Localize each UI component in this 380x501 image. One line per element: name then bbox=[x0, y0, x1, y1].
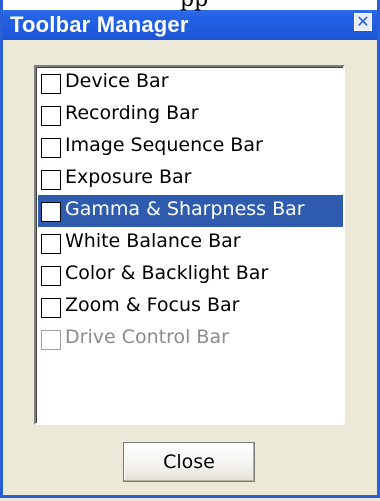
list-item-label: Drive Control Bar bbox=[65, 326, 229, 348]
checkbox[interactable] bbox=[41, 74, 61, 94]
close-button[interactable]: Close bbox=[123, 442, 255, 482]
checkbox[interactable] bbox=[41, 234, 61, 254]
toolbar-list[interactable]: Device Bar Recording Bar Image Sequence … bbox=[34, 65, 345, 425]
list-item-device-bar[interactable]: Device Bar bbox=[38, 67, 343, 99]
list-item-label: Device Bar bbox=[65, 70, 169, 92]
list-item-gamma-sharpness-bar[interactable]: Gamma & Sharpness Bar bbox=[38, 195, 343, 227]
list-item-label: Gamma & Sharpness Bar bbox=[65, 198, 305, 220]
list-item-exposure-bar[interactable]: Exposure Bar bbox=[38, 163, 343, 195]
checkbox[interactable] bbox=[41, 138, 61, 158]
list-item-label: Color & Backlight Bar bbox=[65, 262, 269, 284]
list-item-label: White Balance Bar bbox=[65, 230, 241, 252]
checkbox bbox=[41, 330, 61, 350]
list-item-color-backlight-bar[interactable]: Color & Backlight Bar bbox=[38, 259, 343, 291]
list-item-recording-bar[interactable]: Recording Bar bbox=[38, 99, 343, 131]
list-item-label: Exposure Bar bbox=[65, 166, 192, 188]
checkbox[interactable] bbox=[41, 266, 61, 286]
toolbar-manager-dialog: Toolbar Manager ✕ pp Device Bar Recordin… bbox=[0, 0, 380, 501]
list-item-white-balance-bar[interactable]: White Balance Bar bbox=[38, 227, 343, 259]
checkbox[interactable] bbox=[41, 298, 61, 318]
checkbox[interactable] bbox=[41, 202, 61, 222]
list-item-label: Image Sequence Bar bbox=[65, 134, 263, 156]
list-item-label: Recording Bar bbox=[65, 102, 199, 124]
list-item-label: Zoom & Focus Bar bbox=[65, 294, 240, 316]
list-item-image-sequence-bar[interactable]: Image Sequence Bar bbox=[38, 131, 343, 163]
list-item-drive-control-bar: Drive Control Bar bbox=[38, 323, 343, 355]
checkbox[interactable] bbox=[41, 106, 61, 126]
list-item-zoom-focus-bar[interactable]: Zoom & Focus Bar bbox=[38, 291, 343, 323]
checkbox[interactable] bbox=[41, 170, 61, 190]
